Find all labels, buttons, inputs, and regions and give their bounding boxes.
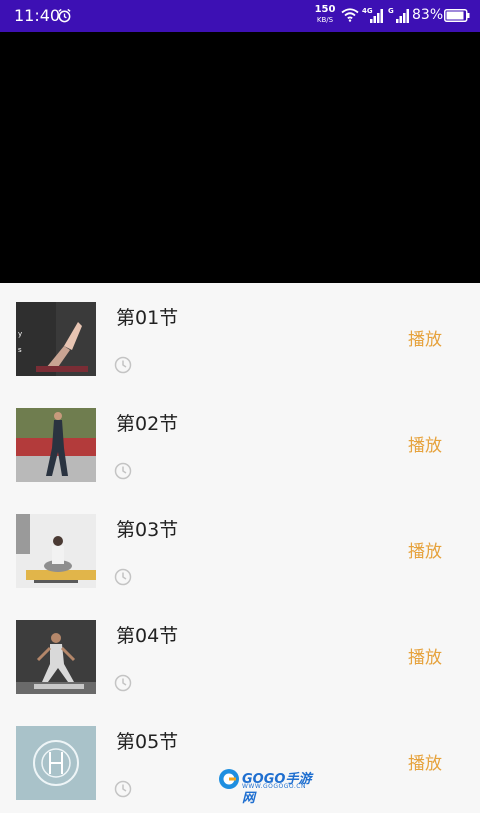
network-speed: 150 KB/S bbox=[312, 5, 338, 25]
wifi-icon bbox=[341, 8, 359, 22]
clock-icon bbox=[114, 780, 132, 798]
play-button[interactable]: 播放 bbox=[408, 537, 442, 562]
signal-label-4g: 4G bbox=[362, 7, 373, 15]
lesson-thumbnail bbox=[16, 620, 96, 694]
play-button[interactable]: 播放 bbox=[408, 325, 442, 350]
signal-icon: G bbox=[388, 7, 409, 23]
video-player[interactable] bbox=[0, 32, 480, 283]
lesson-title: 第03节 bbox=[116, 519, 179, 541]
lesson-thumbnail bbox=[16, 514, 96, 588]
gogo-logo-icon bbox=[219, 769, 239, 789]
lesson-thumbnail bbox=[16, 408, 96, 482]
play-button[interactable]: 播放 bbox=[408, 749, 442, 774]
lesson-item-02[interactable]: 第02节 播放 bbox=[0, 389, 480, 495]
clock-icon bbox=[114, 462, 132, 480]
clock-icon bbox=[114, 356, 132, 374]
play-button[interactable]: 播放 bbox=[408, 643, 442, 668]
watermark-url: WWW.GOGOGO.CN bbox=[242, 783, 306, 790]
network-speed-unit: KB/S bbox=[316, 16, 334, 24]
lesson-item-05[interactable]: 第05节 播放 bbox=[0, 707, 480, 813]
svg-text:y: y bbox=[18, 330, 22, 338]
battery-percent: 83% bbox=[412, 7, 444, 23]
battery-icon bbox=[444, 9, 470, 22]
play-button[interactable]: 播放 bbox=[408, 431, 442, 456]
alarm-icon bbox=[58, 8, 71, 23]
watermark: GOGO手游网 WWW.GOGOGO.CN bbox=[218, 766, 318, 806]
lesson-title: 第02节 bbox=[116, 413, 179, 435]
lesson-title: 第05节 bbox=[116, 731, 179, 753]
network-speed-value: 150 bbox=[314, 4, 336, 15]
status-time: 11:40 bbox=[14, 6, 61, 25]
lesson-thumbnail bbox=[16, 726, 96, 800]
lesson-title: 第04节 bbox=[116, 625, 179, 647]
clock-icon bbox=[114, 674, 132, 692]
lesson-title: 第01节 bbox=[116, 307, 179, 329]
svg-text:s: s bbox=[18, 346, 22, 354]
lesson-item-01[interactable]: y s 第01节 播放 bbox=[0, 283, 480, 389]
lesson-thumbnail: y s bbox=[16, 302, 96, 376]
signal-icon: 4G bbox=[362, 7, 383, 23]
lesson-item-03[interactable]: 第03节 播放 bbox=[0, 495, 480, 601]
status-bar: 11:40 150 KB/S 4G G 83% bbox=[0, 0, 480, 32]
lesson-list: y s 第01节 播放 第02节 播放 第03节 播放 第04节 播放 第05节… bbox=[0, 283, 480, 800]
lesson-item-04[interactable]: 第04节 播放 bbox=[0, 601, 480, 707]
signal-label-g: G bbox=[388, 7, 394, 15]
clock-icon bbox=[114, 568, 132, 586]
